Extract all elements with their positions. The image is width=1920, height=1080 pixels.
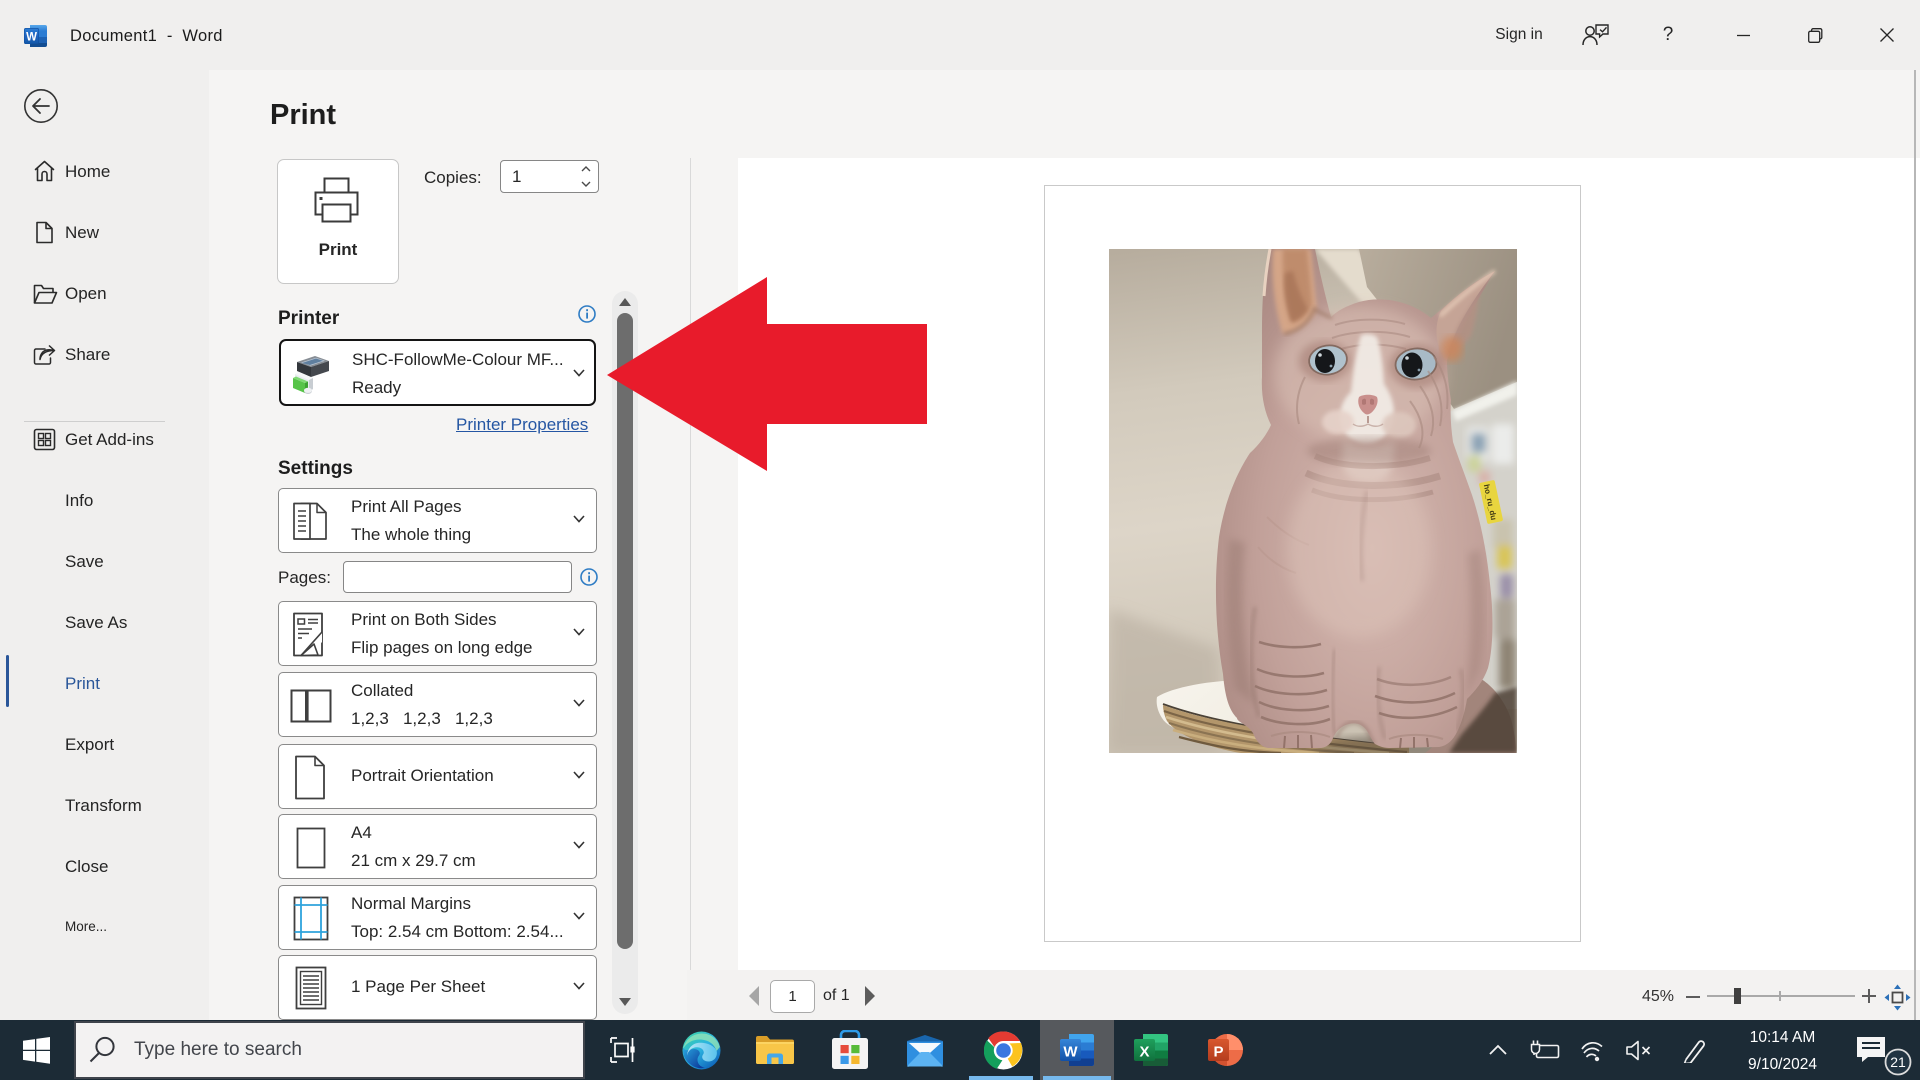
svg-text:W: W [1063, 1044, 1078, 1061]
svg-text:P: P [1213, 1044, 1223, 1061]
svg-text:21: 21 [1890, 1054, 1906, 1070]
svg-text:X: X [1139, 1044, 1149, 1061]
svg-text:W: W [26, 31, 37, 43]
